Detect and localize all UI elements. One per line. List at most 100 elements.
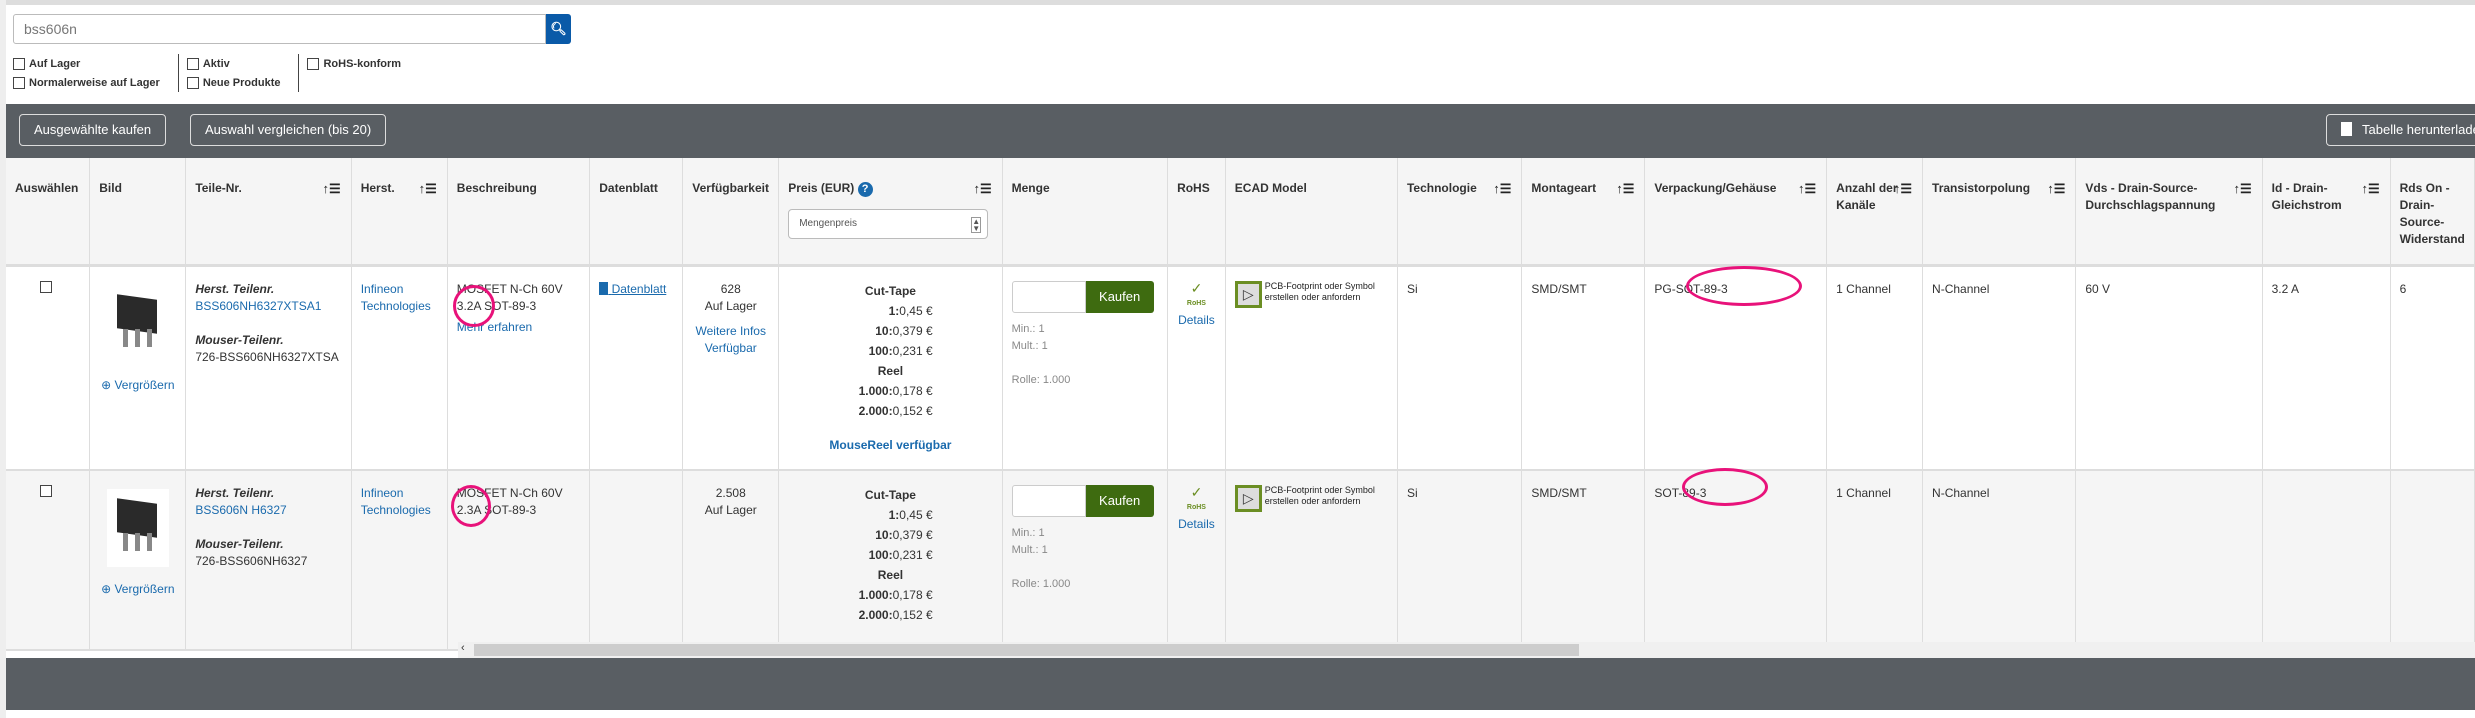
column-label: Verfügbarkeit: [692, 181, 769, 195]
manufacturer-link[interactable]: Infineon Technologies: [361, 282, 431, 313]
column-header[interactable]: Preis (EUR) ? Mengenpreis ▲ ▼ ↑☰: [778, 158, 1003, 267]
filter-checkbox[interactable]: Neue Produkte: [186, 73, 280, 92]
price-value: 0,152 €: [892, 403, 933, 418]
column-header[interactable]: Technologie ↑☰: [1397, 158, 1523, 267]
stock-count: 628: [720, 281, 741, 296]
datasheet-link[interactable]: Datenblatt: [599, 281, 667, 296]
help-icon[interactable]: ?: [857, 182, 873, 197]
search-input[interactable]: [13, 14, 546, 44]
select-checkbox[interactable]: [39, 484, 52, 497]
checkbox[interactable]: [186, 57, 199, 70]
quantity-input[interactable]: [1011, 280, 1086, 313]
column-label: Bild: [99, 181, 122, 195]
buy-button[interactable]: Kaufen: [1085, 484, 1154, 517]
column-header[interactable]: Montageart ↑☰: [1521, 158, 1646, 267]
filter-checkbox[interactable]: Normalerweise auf Lager: [13, 73, 160, 92]
mouser-pn-label: Mouser-Teilenr.: [195, 536, 284, 551]
sort-icon[interactable]: ↑☰: [419, 180, 437, 197]
table-cell: ▷ PCB-Footprint oder Symbol erstellen ode…: [1225, 265, 1398, 471]
top-band: [0, 0, 2475, 5]
sort-icon[interactable]: ↑☰: [1616, 180, 1634, 197]
enlarge-link[interactable]: ⊕ Vergrößern: [101, 378, 174, 392]
search-button[interactable]: 🔍︎: [546, 14, 571, 44]
column-header[interactable]: Anzahl der Kanäle ↑☰: [1826, 158, 1924, 267]
column-label: Auswählen: [15, 181, 79, 195]
table-cell: SOT-89-3: [1644, 469, 1828, 651]
column-header: Menge: [1002, 158, 1169, 267]
download-table-button[interactable]: Tabelle herunterladen: [2326, 114, 2475, 146]
buy-button[interactable]: Kaufen: [1085, 280, 1154, 313]
sort-icon[interactable]: ↑☰: [1493, 180, 1511, 197]
cut-tape-label: Cut-Tape: [864, 283, 916, 298]
filter-label: RoHS-konform: [323, 57, 402, 70]
ecad-link[interactable]: ▷ PCB-Footprint oder Symbol erstellen ode…: [1234, 280, 1388, 308]
column-header: Verfügbarkeit: [682, 158, 780, 267]
filter-checkbox[interactable]: RoHS-konform: [307, 54, 401, 73]
column-label: Teile-Nr.: [195, 181, 242, 195]
mounting: SMD/SMT: [1531, 281, 1587, 296]
enlarge-link[interactable]: ⊕ Vergrößern: [101, 582, 174, 596]
scroll-left-icon[interactable]: ‹: [461, 642, 465, 654]
filter-label: Normalerweise auf Lager: [29, 76, 160, 89]
column-header[interactable]: Teile-Nr. ↑☰: [185, 158, 352, 267]
compare-button[interactable]: Auswahl vergleichen (bis 20): [190, 114, 387, 146]
table-cell: Herst. Teilenr. BSS606N H6327 Mouser-Teile…: [185, 469, 352, 651]
horizontal-scrollbar[interactable]: ‹: [458, 642, 2475, 658]
reel-label: Reel: [877, 363, 904, 378]
sort-icon[interactable]: ↑☰: [2233, 180, 2251, 197]
filter-checkbox[interactable]: Auf Lager: [13, 54, 160, 73]
checkbox[interactable]: [307, 57, 320, 70]
select-checkbox[interactable]: [39, 280, 52, 293]
scrollbar-thumb[interactable]: [474, 644, 1579, 656]
product-image[interactable]: [106, 284, 169, 363]
more-info-link[interactable]: Weitere Infos Verfügbar: [696, 324, 766, 355]
sort-icon[interactable]: ↑☰: [1894, 180, 1912, 197]
manufacturer-link[interactable]: Infineon Technologies: [361, 486, 431, 517]
mousereel-link[interactable]: MouseReel verfügbar: [829, 438, 951, 452]
filter-group: Aktiv Neue Produkte: [186, 54, 300, 92]
mfr-part-number-link[interactable]: BSS606N H6327: [195, 503, 286, 517]
column-header[interactable]: Herst. ↑☰: [351, 158, 448, 267]
buy-selected-button[interactable]: Ausgewählte kaufen: [19, 114, 167, 146]
table-cell: N-Channel: [1922, 469, 2077, 651]
column-header[interactable]: Vds - Drain-Source-Durchschlagspannung ↑☰: [2075, 158, 2263, 267]
rohs-leaf-icon: ✓: [1190, 483, 1203, 500]
id-current: 3.2 A: [2271, 281, 2299, 296]
column-header: Datenblatt: [589, 158, 684, 267]
search-icon: 🔍︎: [550, 21, 567, 36]
price-value: 0,178 €: [892, 587, 933, 602]
column-header: Rds On - Drain-Source-Widerstand: [2390, 158, 2475, 267]
mfr-part-number-link[interactable]: BSS606NH6327XTSA1: [195, 299, 321, 313]
table-cell: [2262, 469, 2391, 651]
price-select[interactable]: Mengenpreis ▲ ▼: [788, 209, 989, 239]
column-header[interactable]: Transistorpolung ↑☰: [1922, 158, 2077, 267]
enlarge-label: Vergrößern: [114, 377, 175, 392]
table-cell: ⊕ Vergrößern: [89, 265, 187, 471]
ecad-link[interactable]: ▷ PCB-Footprint oder Symbol erstellen ode…: [1234, 484, 1388, 512]
checkbox[interactable]: [13, 57, 25, 70]
column-label: Verpackung/Gehäuse: [1654, 181, 1777, 195]
filter-checkbox[interactable]: Aktiv: [186, 54, 281, 73]
sort-icon[interactable]: ↑☰: [2047, 180, 2065, 197]
column-label: Preis (EUR): [788, 181, 855, 195]
rohs-details-link[interactable]: Details: [1178, 313, 1215, 327]
sort-icon[interactable]: ↑☰: [323, 180, 341, 197]
table-cell: ⊕ Vergrößern: [89, 469, 187, 651]
checkbox[interactable]: [13, 76, 25, 89]
table-cell: ✓ RoHS Details: [1167, 265, 1226, 471]
checkbox[interactable]: [186, 76, 199, 89]
table-cell: 628 Auf Lager Weitere Infos Verfügbar: [682, 265, 780, 471]
datasheet-label: Datenblatt: [611, 281, 667, 296]
quantity-input[interactable]: [1011, 484, 1086, 517]
learn-more-link[interactable]: Mehr erfahren: [457, 320, 532, 334]
product-image[interactable]: [106, 488, 169, 567]
column-header[interactable]: Id - Drain-Gleichstrom ↑☰: [2262, 158, 2391, 267]
table-cell: [2390, 469, 2475, 651]
column-header[interactable]: Verpackung/Gehäuse ↑☰: [1644, 158, 1828, 267]
reel-qty: Rolle: 1.000: [1011, 373, 1071, 386]
rohs-details-link[interactable]: Details: [1178, 517, 1215, 531]
sort-icon[interactable]: ↑☰: [2361, 180, 2379, 197]
sort-icon[interactable]: ↑☰: [1798, 180, 1816, 197]
table-row: ⊕ Vergrößern Herst. Teilenr. BSS606NH6327X…: [6, 265, 2475, 471]
sort-icon[interactable]: ↑☰: [973, 180, 991, 197]
